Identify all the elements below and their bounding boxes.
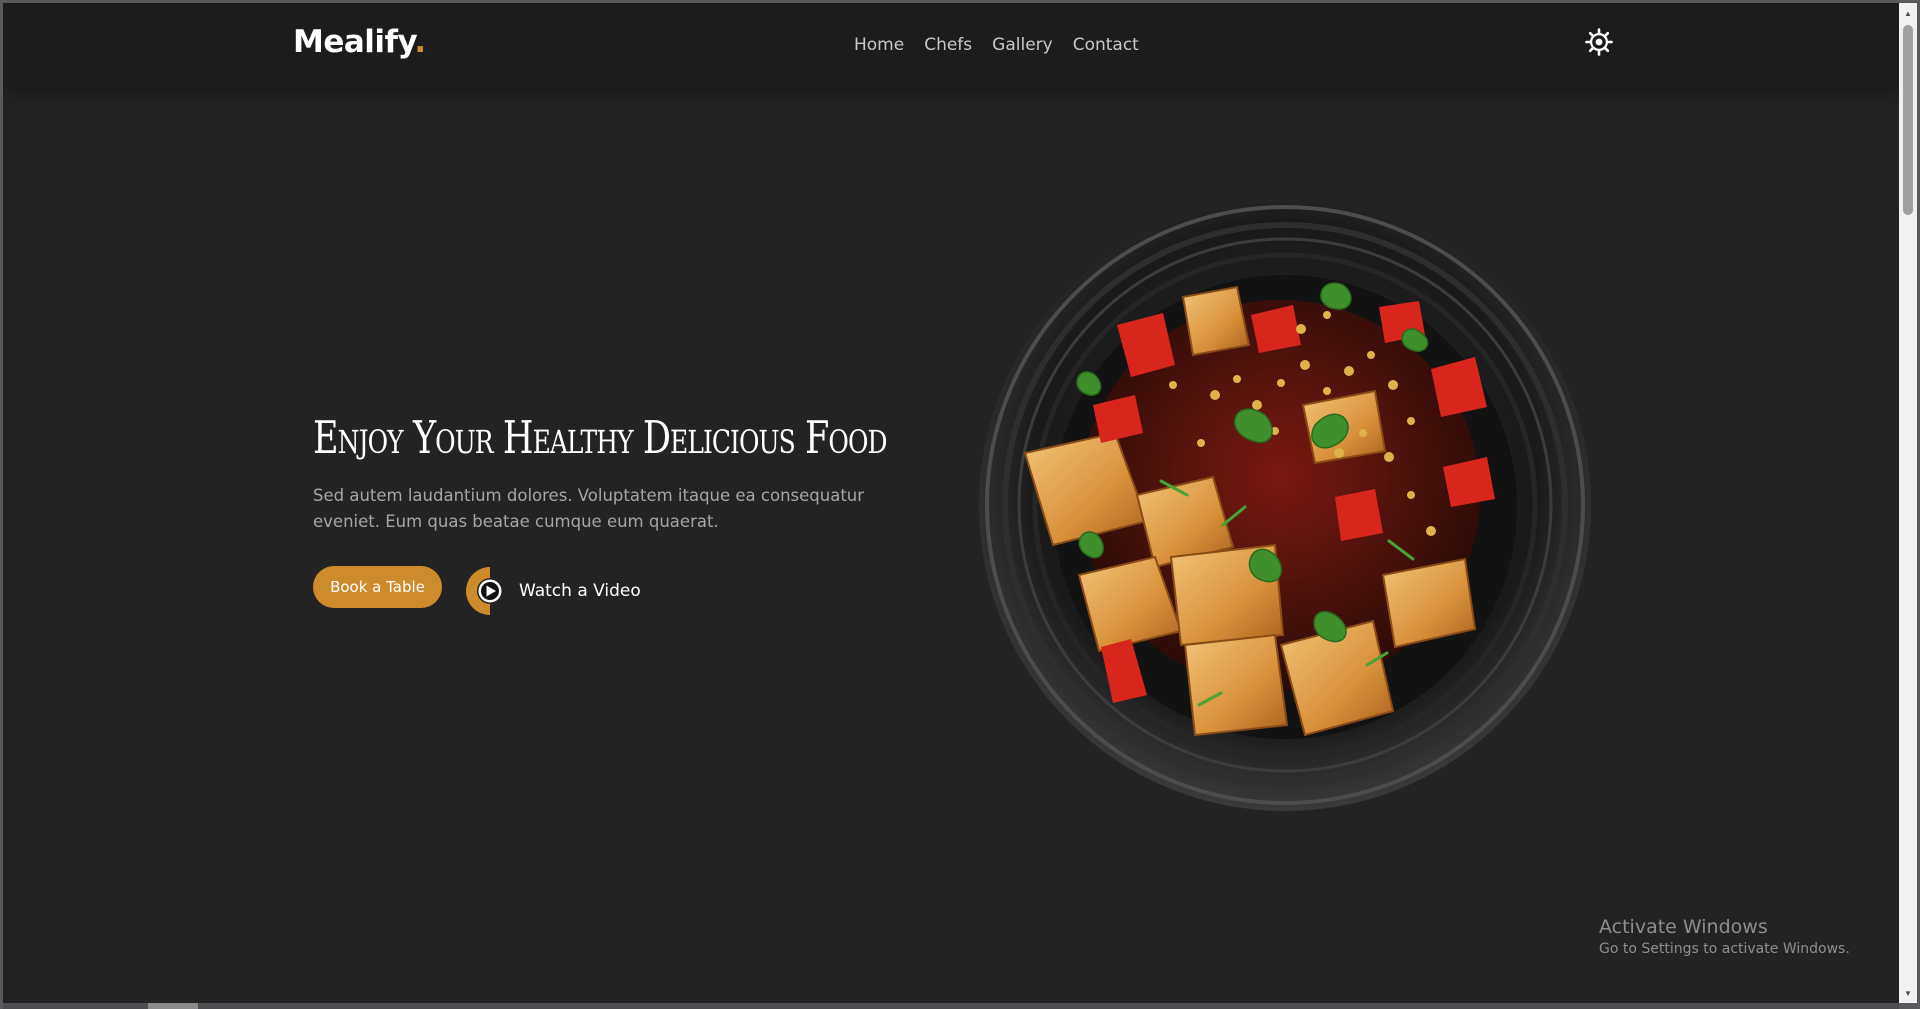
watch-video-button[interactable]: Watch a Video [465, 566, 641, 616]
vertical-scrollbar[interactable]: ▲ ▼ [1899, 3, 1917, 1003]
nav-link-chefs[interactable]: Chefs [924, 35, 972, 55]
windows-activation-watermark: Activate Windows Go to Settings to activ… [1599, 916, 1850, 957]
plate-of-food-image [975, 195, 1595, 815]
main-nav: Home Chefs Gallery Contact [854, 35, 1139, 55]
nav-link-home[interactable]: Home [854, 35, 904, 55]
scrollbar-thumb[interactable] [1903, 25, 1913, 215]
brand-dot: . [414, 24, 426, 60]
scroll-up-arrow-icon[interactable]: ▲ [1899, 5, 1917, 21]
hero-title: Enjoy Your Healthy Delicious Food [313, 411, 887, 464]
scroll-down-arrow-icon[interactable]: ▼ [1899, 985, 1917, 1001]
brand-name: Mealify [293, 24, 415, 60]
watch-video-label: Watch a Video [519, 581, 641, 601]
play-icon [466, 567, 503, 615]
site-header: Mealify. Home Chefs Gallery Contact [3, 3, 1899, 87]
nav-link-gallery[interactable]: Gallery [992, 35, 1053, 55]
page-viewport: Mealify. Home Chefs Gallery Contact Enjo… [3, 3, 1899, 1003]
hero-description: Sed autem laudantium dolores. Voluptatem… [313, 486, 865, 531]
watermark-title: Activate Windows [1599, 916, 1768, 938]
book-table-button[interactable]: Book a Table [313, 566, 442, 608]
horizontal-scrollbar[interactable] [3, 1003, 1899, 1009]
nav-link-contact[interactable]: Contact [1073, 35, 1139, 55]
brand-logo[interactable]: Mealify. [293, 24, 426, 60]
gear-icon[interactable] [1584, 27, 1614, 57]
horizontal-scrollbar-thumb[interactable] [148, 1003, 198, 1009]
watermark-subtitle: Go to Settings to activate Windows. [1599, 941, 1850, 957]
